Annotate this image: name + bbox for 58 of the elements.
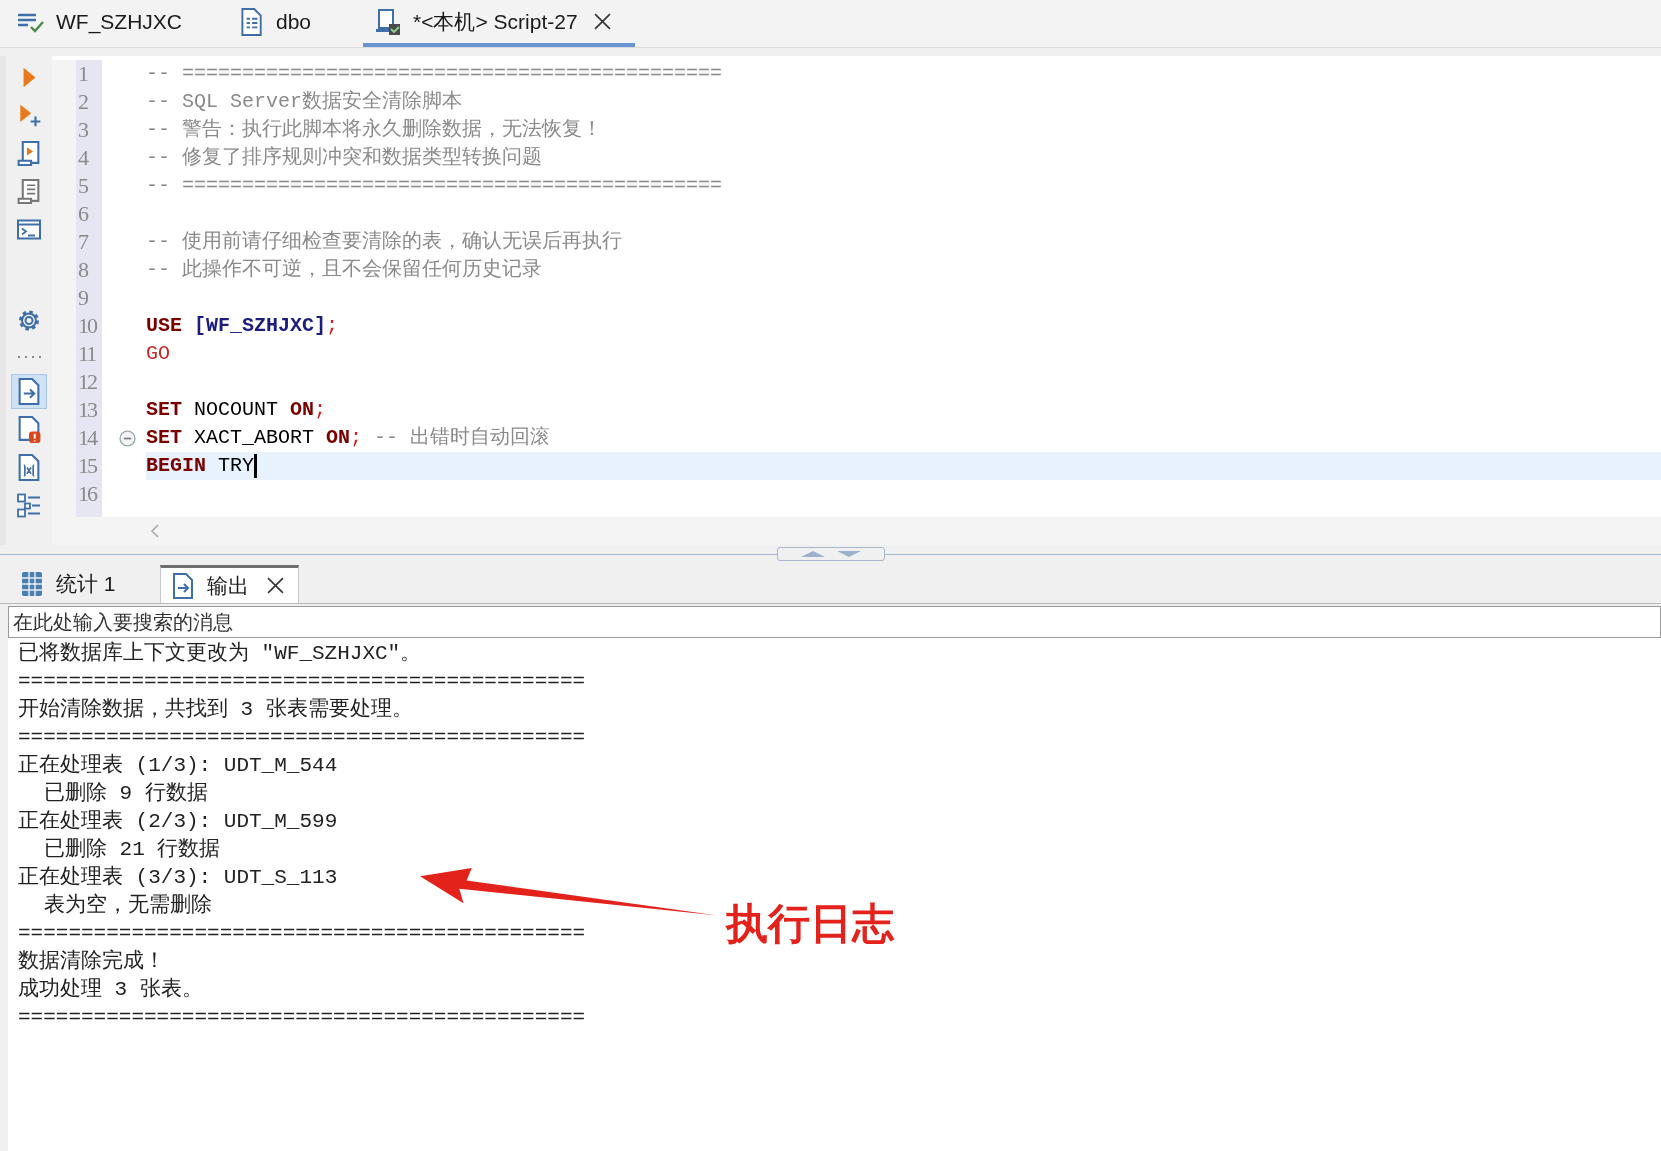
- output-line: 正在处理表 (1/3): UDT_M_544: [18, 752, 338, 779]
- output-icon[interactable]: [11, 374, 47, 409]
- search-field[interactable]: 在此处输入要搜索的消息: [8, 606, 1661, 638]
- output-line: =============================================: [18, 725, 586, 751]
- output-line: 开始清除数据，共找到 3 张表需要处理。: [18, 696, 413, 723]
- panel-tab[interactable]: 输出: [159, 565, 299, 603]
- line-number: 8: [77, 256, 89, 284]
- line-number: 10: [77, 312, 98, 340]
- editor-tab[interactable]: dbo: [234, 0, 336, 47]
- line-number: 4: [77, 144, 89, 172]
- output-line: 正在处理表 (2/3): UDT_M_599: [18, 808, 338, 835]
- line-number: 13: [77, 396, 98, 424]
- code-line: SET NOCOUNT ON;: [146, 397, 327, 423]
- output-line: 成功处理 3 张表。: [18, 976, 203, 1003]
- code-line: USE [WF_SZHJXC];: [146, 313, 339, 339]
- line-number: 11: [77, 340, 97, 368]
- line-number: 9: [77, 284, 89, 312]
- line-number: 14: [77, 424, 98, 452]
- code-line: -- =============================================: [146, 173, 723, 199]
- line-number: 16: [77, 480, 98, 508]
- output-line: 数据清除完成！: [18, 948, 165, 975]
- close-icon[interactable]: [593, 13, 611, 30]
- code-line: SET XACT_ABORT ON; -- 出错时自动回滚: [146, 425, 551, 451]
- table-icon: [20, 570, 44, 598]
- code-line: -- SQL Server数据安全清除脚本: [146, 89, 463, 115]
- code-line: -- 警告：执行此脚本将永久删除数据，无法恢复！: [146, 117, 602, 143]
- output-line: 已删除 21 行数据: [43, 837, 221, 863]
- output-line: 正在处理表 (3/3): UDT_S_113: [18, 864, 338, 891]
- code-line: -- 此操作不可逆，且不会保留任何历史记录: [146, 257, 542, 283]
- code-line: GO: [146, 341, 170, 367]
- line-number: 3: [77, 116, 89, 144]
- close-icon[interactable]: [266, 577, 284, 594]
- output-icon: [170, 571, 195, 600]
- line-number: 15: [77, 452, 98, 480]
- line-number: 2: [77, 88, 89, 116]
- line-number: 5: [77, 172, 89, 200]
- output-line: 已将数据库上下文更改为 "WF_SZHJXC"。: [18, 640, 422, 667]
- annotation-label: 执行日志: [726, 898, 894, 950]
- panel-tab[interactable]: 统计 1: [18, 565, 130, 603]
- line-number: 12: [77, 368, 98, 396]
- line-number: 6: [77, 200, 89, 228]
- collapse-icon[interactable]: [119, 429, 136, 447]
- code-line: -- =============================================: [146, 61, 723, 87]
- code-line: BEGIN TRY: [146, 453, 255, 479]
- output-line: 已删除 9 行数据: [43, 781, 208, 807]
- line-number: 1: [77, 60, 89, 88]
- editor-tab[interactable]: WF_SZHJXC: [14, 0, 206, 47]
- output-line: =============================================: [18, 1005, 586, 1031]
- output-line: =============================================: [18, 669, 586, 695]
- editor-tab[interactable]: *<本机> Script-27: [363, 0, 635, 47]
- separator-dots-icon: [15, 355, 43, 359]
- output-line: =============================================: [18, 921, 586, 947]
- panel-resize-handle[interactable]: [776, 547, 885, 561]
- text-cursor: [254, 454, 258, 478]
- code-line: -- 使用前请仔细检查要清除的表，确认无误后再执行: [146, 229, 622, 255]
- code-line: -- 修复了排序规则冲突和数据类型转换问题: [146, 145, 542, 171]
- line-number: 7: [77, 228, 89, 256]
- output-line: 表为空，无需删除: [43, 892, 212, 919]
